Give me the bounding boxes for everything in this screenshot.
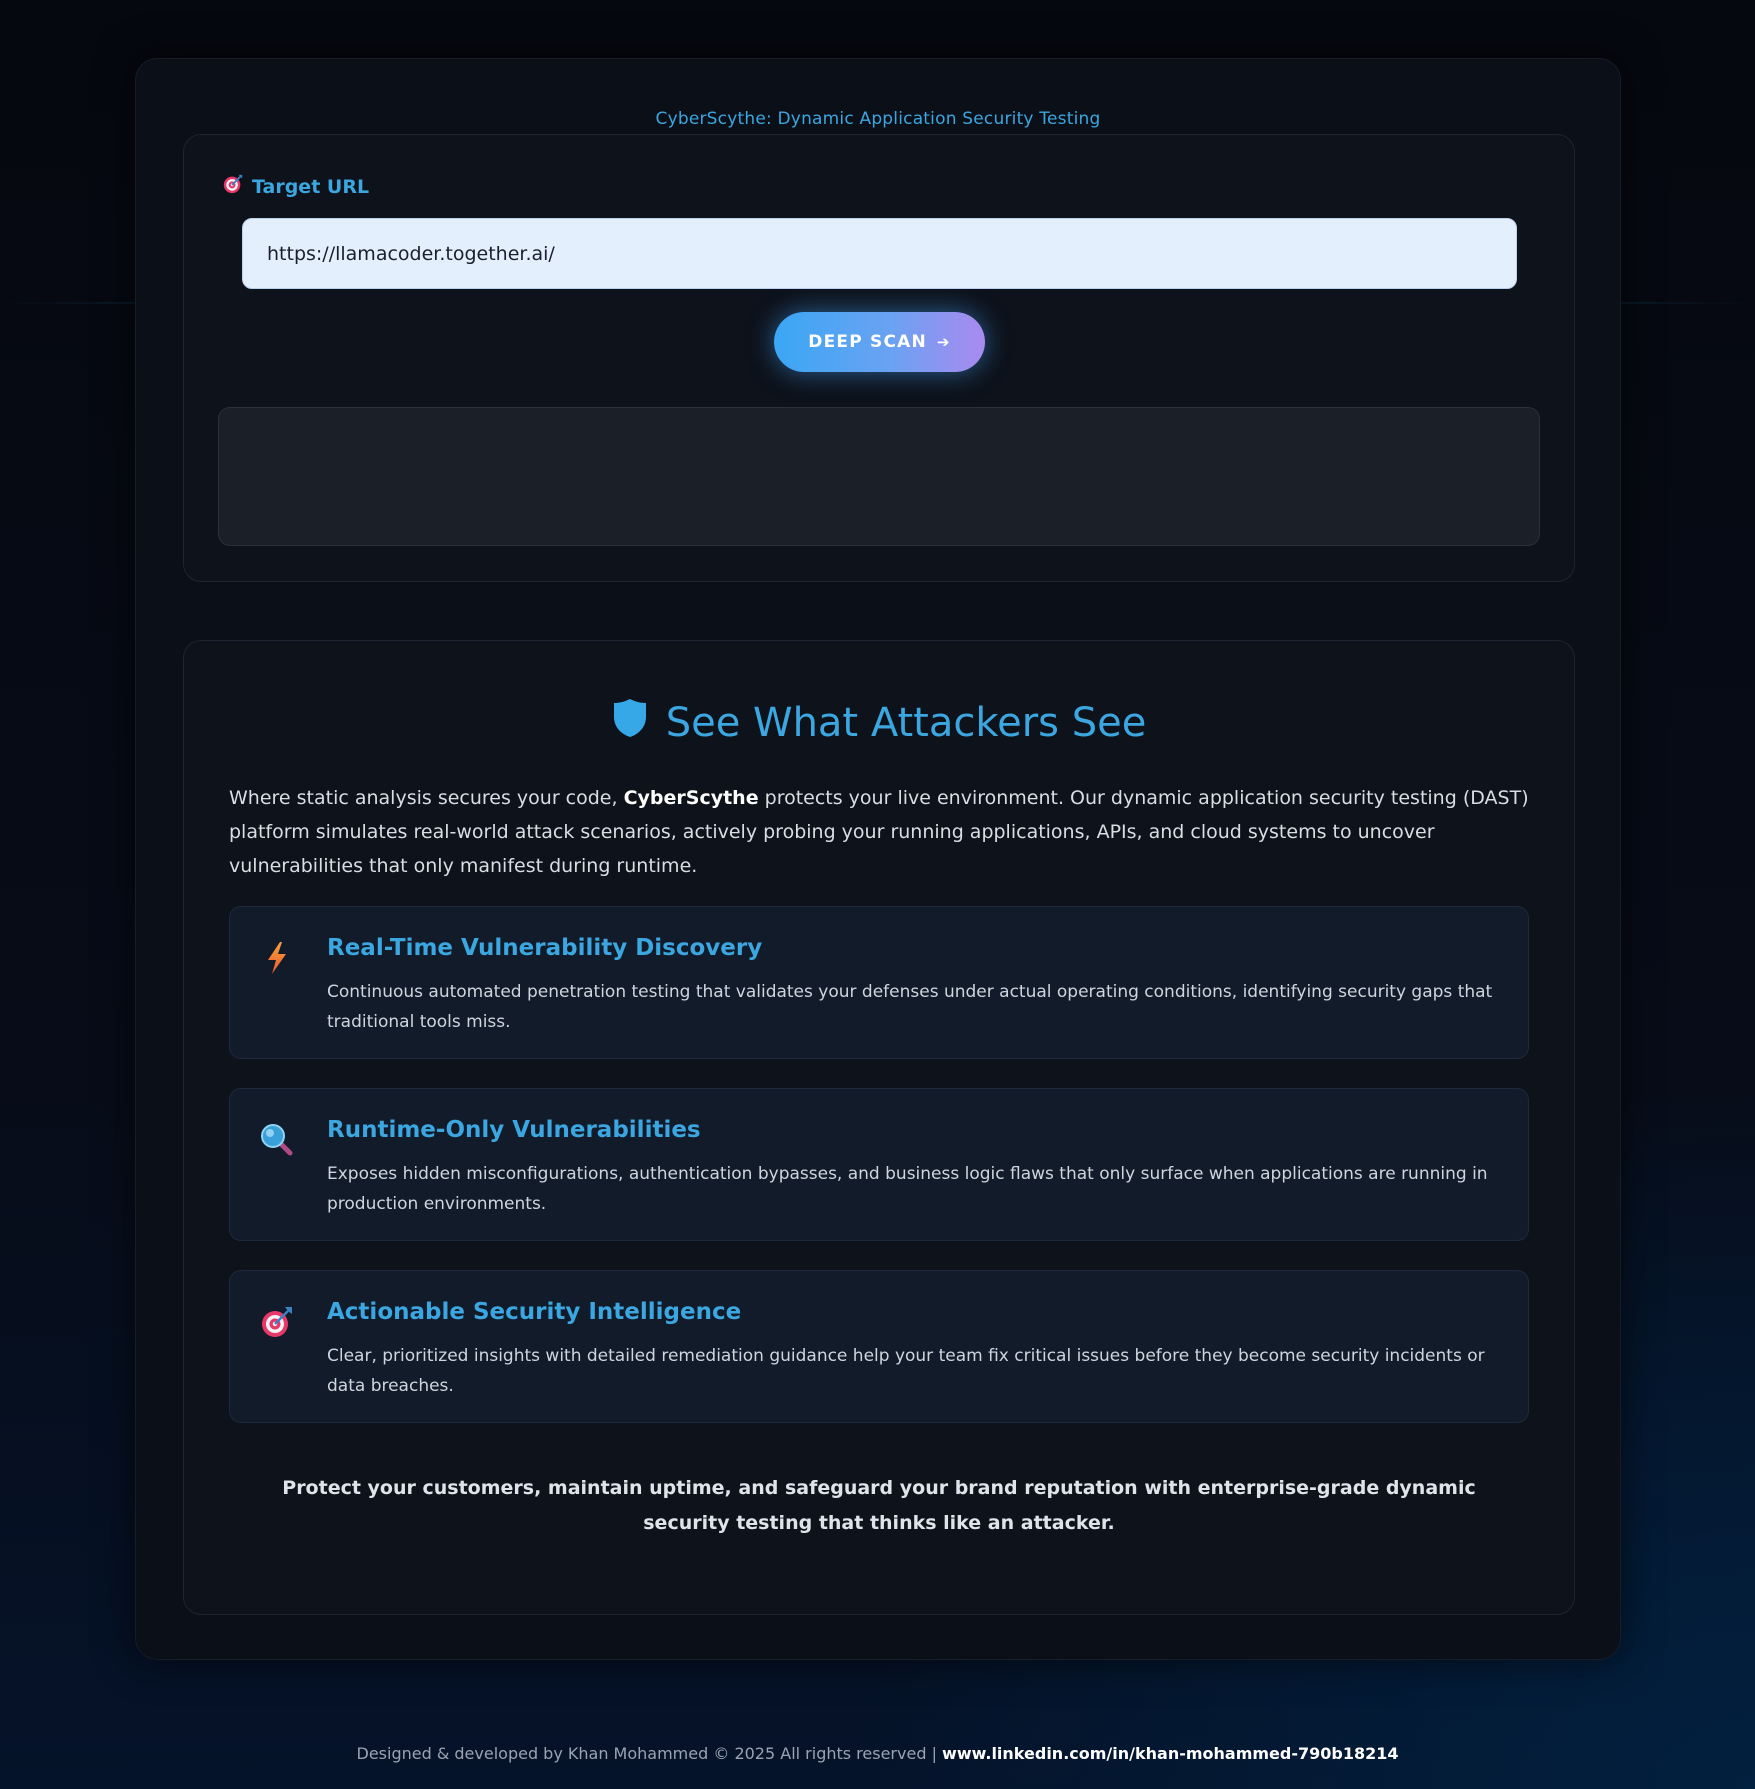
- target-url-label-text: Target URL: [252, 175, 370, 198]
- intro-paragraph: Where static analysis secures your code,…: [229, 781, 1529, 883]
- app-container: CyberScythe: Dynamic Application Securit…: [135, 58, 1621, 1660]
- linkedin-link[interactable]: www.linkedin.com/in/khan-mohammed-790b18…: [942, 1744, 1398, 1763]
- info-heading-text: See What Attackers See: [665, 700, 1147, 746]
- feature-card-runtime: Runtime-Only Vulnerabilities Exposes hid…: [229, 1088, 1529, 1241]
- closing-statement: Protect your customers, maintain uptime,…: [282, 1477, 1476, 1534]
- feature-description: Continuous automated penetration testing…: [327, 982, 1493, 1032]
- deep-scan-button-label: DEEP SCAN: [808, 332, 927, 352]
- footer-credit: Designed & developed by Khan Mohammed © …: [356, 1744, 943, 1763]
- app-title: CyberScythe: Dynamic Application Securit…: [655, 109, 1101, 129]
- footer: Designed & developed by Khan Mohammed © …: [0, 1744, 1755, 1763]
- scan-result-output: [218, 407, 1540, 546]
- target-icon: [260, 1305, 294, 1339]
- magnifier-icon: [260, 1123, 294, 1157]
- lightning-icon: [260, 941, 294, 975]
- brand-name: CyberScythe: [623, 787, 759, 809]
- target-url-input[interactable]: [242, 218, 1517, 289]
- feature-card-intelligence: Actionable Security Intelligence Clear, …: [229, 1270, 1529, 1423]
- feature-title: Runtime-Only Vulnerabilities: [327, 1117, 701, 1143]
- feature-description: Exposes hidden misconfigurations, authen…: [327, 1164, 1488, 1214]
- info-panel: See What Attackers See Where static anal…: [183, 640, 1575, 1615]
- feature-title: Actionable Security Intelligence: [327, 1299, 742, 1325]
- target-url-label: Target URL: [222, 173, 369, 200]
- target-icon: [222, 173, 244, 200]
- feature-title: Real-Time Vulnerability Discovery: [327, 935, 763, 961]
- shield-icon: [612, 697, 648, 749]
- deep-scan-button[interactable]: DEEP SCAN ➔: [774, 312, 985, 372]
- feature-card-realtime: Real-Time Vulnerability Discovery Contin…: [229, 906, 1529, 1059]
- feature-description: Clear, prioritized insights with detaile…: [327, 1346, 1485, 1396]
- info-heading: See What Attackers See: [184, 697, 1574, 749]
- scan-panel: Target URL DEEP SCAN ➔: [183, 134, 1575, 582]
- arrow-right-icon: ➔: [936, 333, 951, 351]
- intro-text-start: Where static analysis secures your code,: [229, 787, 624, 809]
